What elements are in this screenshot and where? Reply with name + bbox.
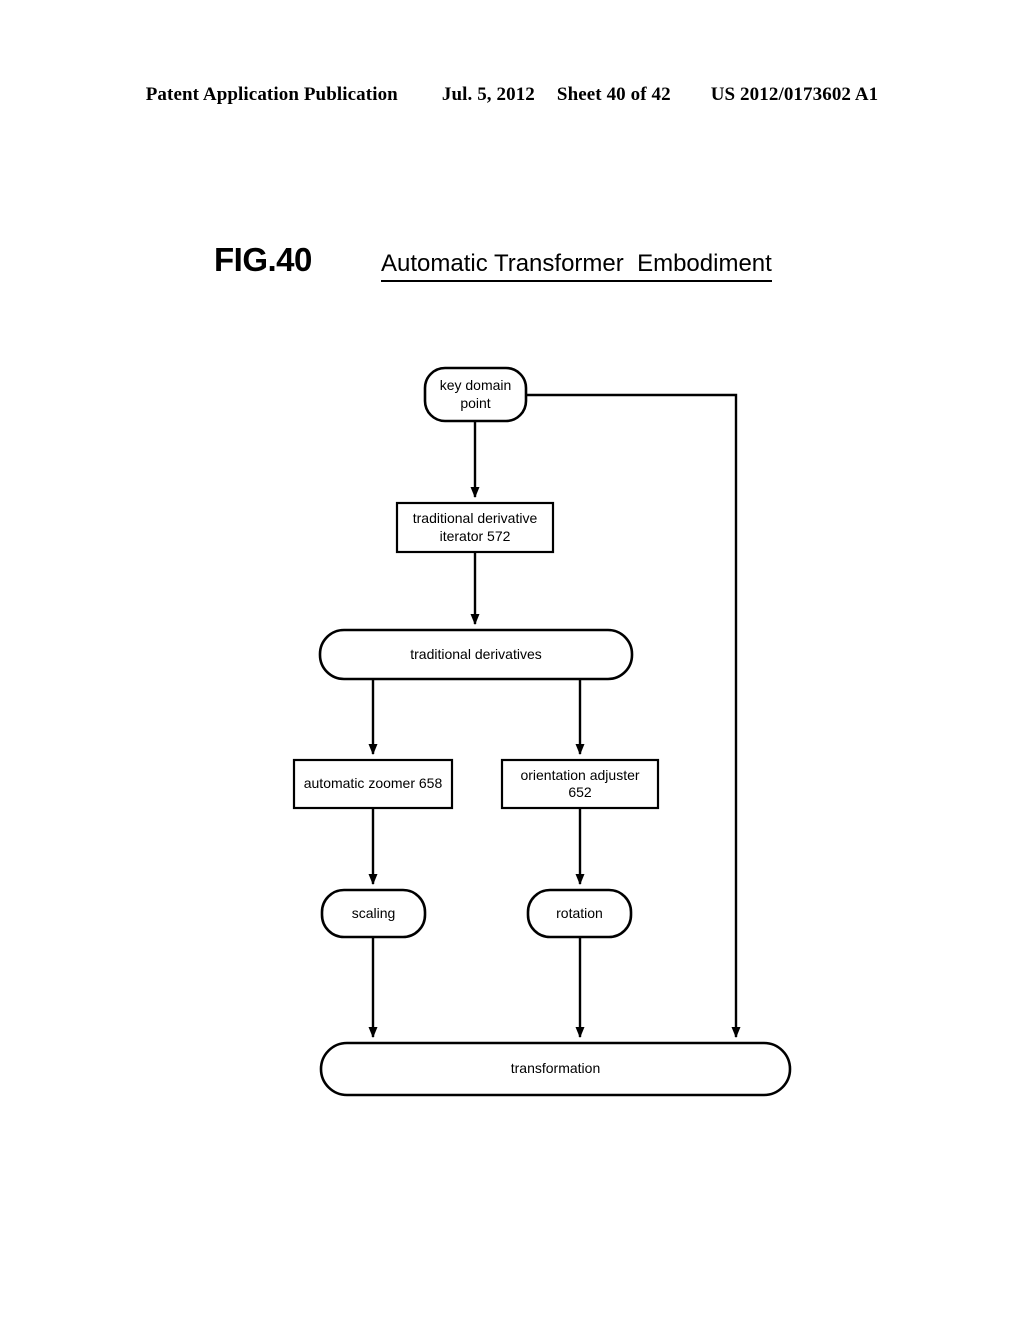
flowchart-node-orient-adjuster-652[interactable]: [500, 758, 660, 810]
flowchart-node-auto-zoomer-658[interactable]: [292, 758, 454, 810]
flowchart-node-traditional-derivs[interactable]: [318, 628, 634, 681]
flowchart-node-transformation[interactable]: [319, 1041, 792, 1097]
flowchart-node-tdi-572[interactable]: [395, 501, 555, 554]
flowchart-node-rotation[interactable]: [526, 888, 633, 939]
flowchart-nodes: [292, 366, 792, 1097]
flowchart-edge-key-domain-point-to-transformation: [526, 393, 741, 1038]
flowchart-node-key-domain-point[interactable]: [423, 366, 528, 423]
flowchart-node-scaling[interactable]: [320, 888, 427, 939]
flowchart-edges: [368, 393, 741, 1038]
flowchart-diagram: [292, 366, 792, 1097]
